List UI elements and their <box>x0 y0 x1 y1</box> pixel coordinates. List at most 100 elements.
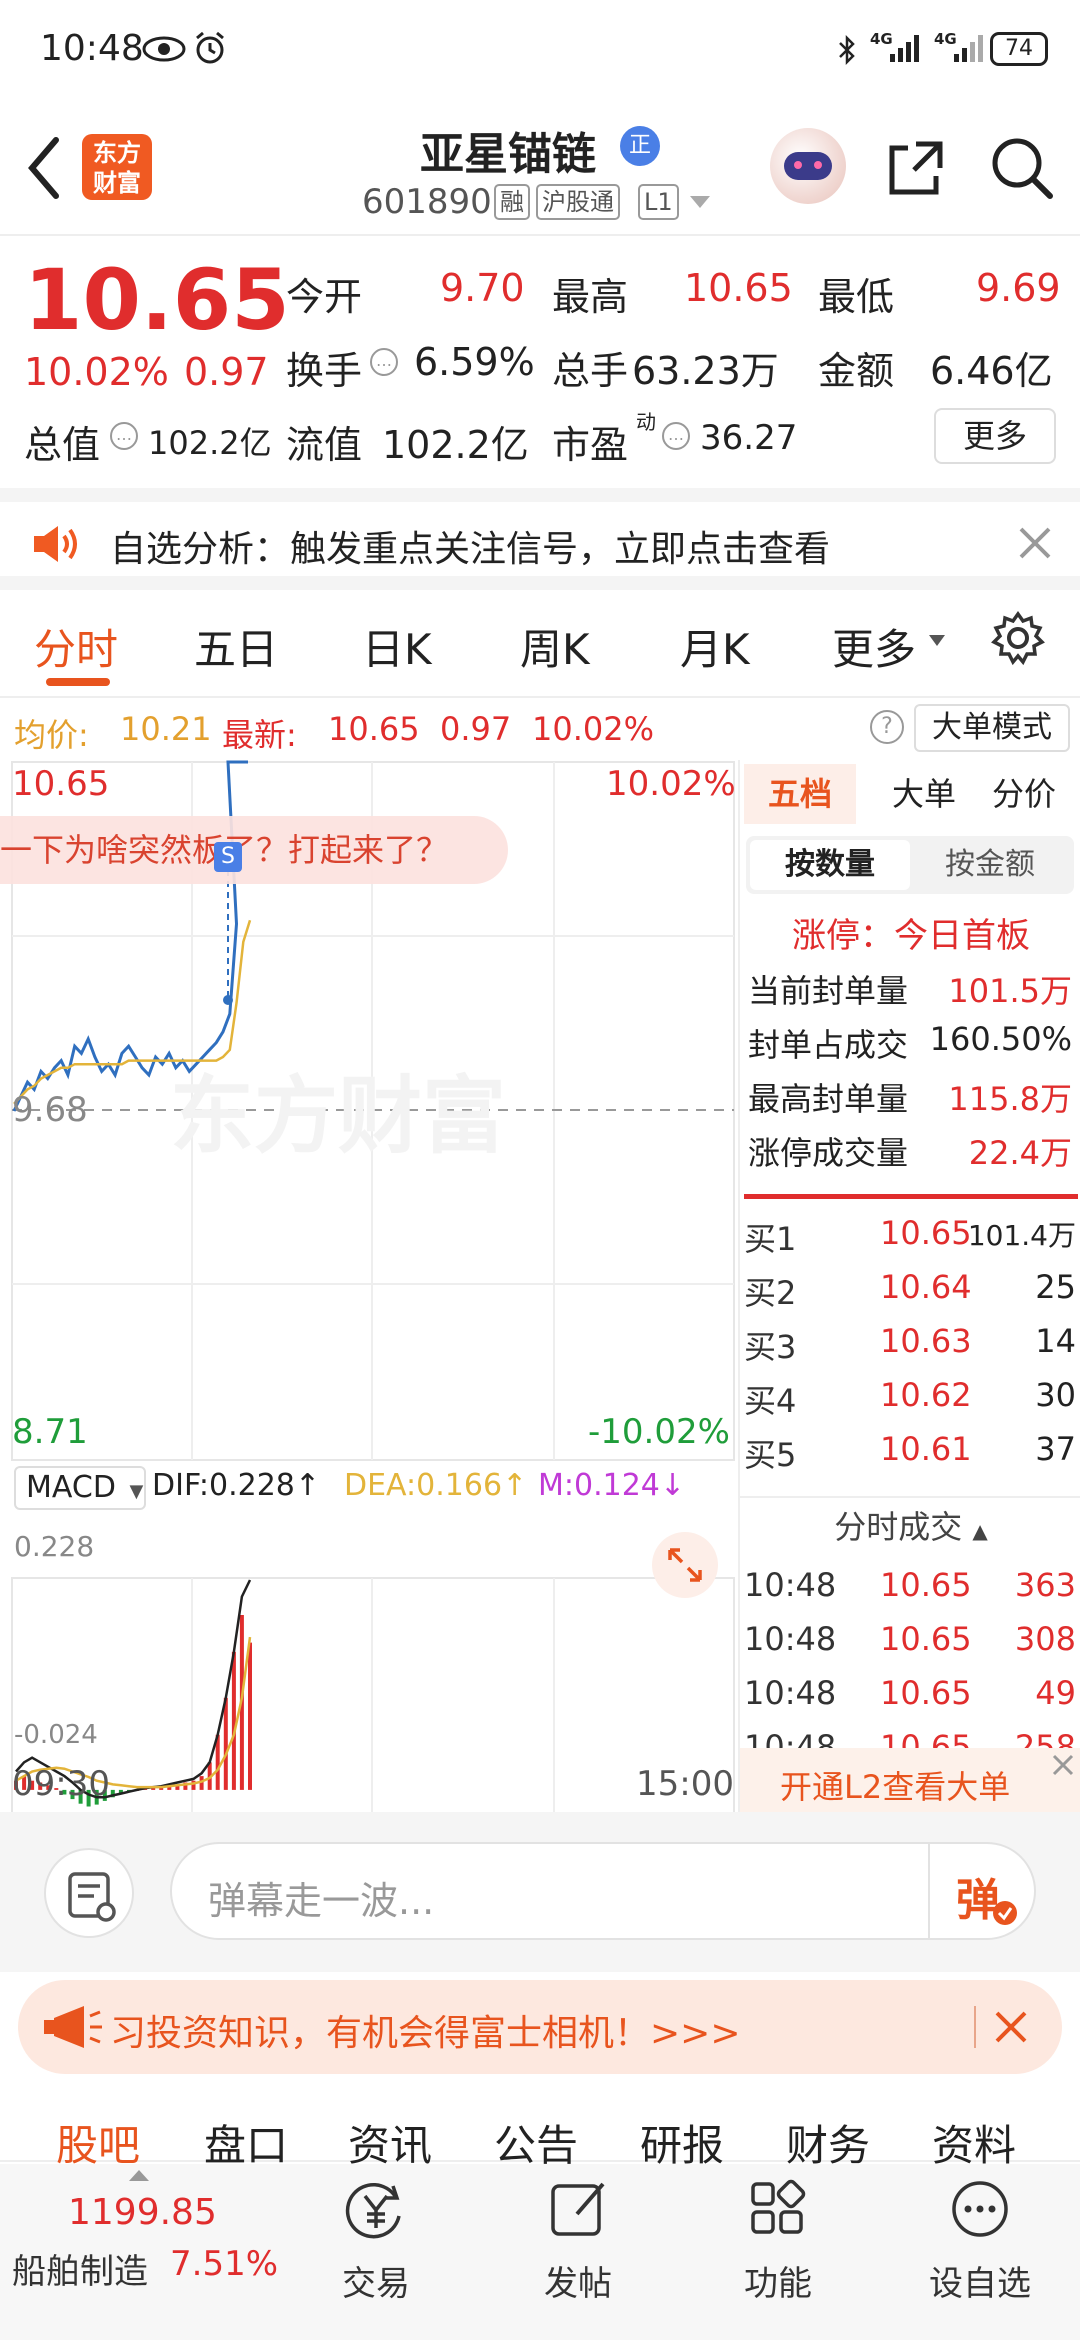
trade-quantity: 363 <box>1014 1566 1076 1604</box>
bid-label[interactable]: 买5 <box>744 1430 796 1476</box>
tab-five-levels[interactable]: 五档 <box>744 764 856 824</box>
analysis-banner[interactable]: 自选分析：触发重点关注信号，立即点击查看 <box>0 488 1080 590</box>
back-chevron-icon[interactable] <box>24 136 64 200</box>
barrage-input[interactable]: 弹幕走一波... 弹 <box>170 1842 1036 1940</box>
macd-histogram-bar <box>231 1651 236 1790</box>
sector-pct: 7.51% <box>170 2244 279 2284</box>
amount-value: 6.46亿 <box>930 349 1053 393</box>
robot-assistant-icon[interactable] <box>770 128 846 204</box>
close-icon[interactable] <box>1018 526 1052 560</box>
period-tabs: 分时 五日 日K 周K 月K 更多 <box>0 590 1080 698</box>
tab-monthly-k[interactable]: 月K <box>680 616 750 677</box>
bid-quantity[interactable]: 25 <box>1035 1268 1076 1306</box>
open-label: 今开 <box>286 275 363 319</box>
bid-price[interactable]: 10.63 <box>880 1322 972 1360</box>
banner-text: 自选分析：触发重点关注信号，立即点击查看 <box>110 529 831 570</box>
tab-daily-k[interactable]: 日K <box>362 616 432 677</box>
app-logo: 东方 财富 <box>82 134 152 200</box>
pe-label: 市盈 <box>552 423 629 467</box>
tab-five-day[interactable]: 五日 <box>194 616 278 677</box>
sector-index-value[interactable]: 1199.85 <box>68 2192 217 2233</box>
nav-trade[interactable]: 交易 <box>330 2174 422 2324</box>
bid-price[interactable]: 10.64 <box>880 1268 972 1306</box>
tag-margin: 融 <box>494 184 530 220</box>
bid-price[interactable]: 10.61 <box>880 1430 972 1468</box>
badge-icon: 正 <box>620 126 660 166</box>
stat-label: 封单占成交 <box>748 1026 909 1064</box>
bid-label[interactable]: 买3 <box>744 1322 796 1368</box>
watermark: 东方财富 <box>170 1067 506 1165</box>
expand-icon[interactable] <box>652 1532 718 1598</box>
promo-strip[interactable]: 习投资知识，有机会得富士相机！>>> <box>0 1972 1080 2092</box>
tab-intraday[interactable]: 分时 <box>34 616 118 677</box>
tab-active-indicator <box>46 678 110 686</box>
macd-selector[interactable]: MACD ▼ <box>14 1466 146 1510</box>
sub-tab-by-amount[interactable]: 按金额 <box>910 840 1070 890</box>
nav-trade-label: 交易 <box>342 2264 410 2304</box>
info-icon[interactable]: … <box>370 348 398 376</box>
sell-marker[interactable]: S <box>214 842 242 872</box>
speaker-icon <box>34 526 77 562</box>
bid-quantity[interactable]: 14 <box>1035 1322 1076 1360</box>
close-icon[interactable] <box>1050 1752 1076 1778</box>
stat-value: 115.8万 <box>948 1080 1072 1118</box>
search-icon[interactable] <box>990 136 1054 200</box>
tab-weekly-k[interactable]: 周K <box>520 616 590 677</box>
settings-gear-icon[interactable] <box>990 610 1046 666</box>
sector-name[interactable]: 船舶制造 <box>12 2244 148 2293</box>
big-order-mode-button[interactable]: 大单模式 <box>914 704 1070 752</box>
bid-quantity[interactable]: 37 <box>1035 1430 1076 1468</box>
macd-dea-value: DEA:0.166 <box>344 1468 503 1503</box>
dropdown-icon[interactable] <box>688 194 712 210</box>
logo-line-1: 东方 <box>93 139 141 167</box>
bid-price[interactable]: 10.65 <box>880 1214 972 1252</box>
avg-value: 10.21 <box>120 710 212 748</box>
last-label: 最新: <box>222 716 297 754</box>
more-dots-icon <box>952 2181 1008 2237</box>
info-icon[interactable]: … <box>662 422 690 450</box>
price-chart-svg[interactable]: 东方财富 <box>0 760 736 1814</box>
macd-bottom-value: -0.024 <box>14 1720 98 1750</box>
help-icon[interactable]: ? <box>870 710 904 744</box>
sub-tab-by-quantity[interactable]: 按数量 <box>750 840 910 890</box>
tab-price-dist[interactable]: 分价 <box>974 764 1074 824</box>
trades-title[interactable]: 分时成交 ▲ <box>740 1500 1080 1554</box>
divider <box>744 1194 1078 1199</box>
bid-quantity[interactable]: 101.4万 <box>968 1214 1076 1254</box>
nav-post[interactable]: 发帖 <box>532 2174 624 2324</box>
bid-price[interactable]: 10.62 <box>880 1376 972 1414</box>
pe-superscript: 动 <box>636 410 656 434</box>
triangle-up-icon: ▲ <box>972 1519 988 1543</box>
stat-label: 最高封单量 <box>748 1080 909 1118</box>
bid-label[interactable]: 买2 <box>744 1268 796 1314</box>
tab-big-orders[interactable]: 大单 <box>874 764 974 824</box>
share-icon[interactable] <box>886 138 946 198</box>
float-cap-label: 流值 <box>286 423 363 467</box>
bid-label[interactable]: 买1 <box>744 1214 796 1260</box>
info-icon[interactable]: … <box>110 422 138 450</box>
tab-more[interactable]: 更多 <box>832 616 916 677</box>
nav-functions[interactable]: 功能 <box>732 2174 824 2324</box>
battery-icon: 74 <box>990 32 1048 66</box>
close-icon[interactable] <box>994 2010 1028 2044</box>
barrage-settings-icon[interactable] <box>44 1848 134 1938</box>
barrage-bubble[interactable]: 一下为啥突然板了？打起来了？ <box>0 816 508 884</box>
promo-pill: 习投资知识，有机会得富士相机！>>> <box>18 1980 1062 2074</box>
bid-label[interactable]: 买4 <box>744 1376 796 1422</box>
barrage-bar: 弹幕走一波... 弹 <box>0 1812 1080 1972</box>
l2-promo[interactable]: 开通L2查看大单 <box>740 1748 1080 1812</box>
more-button[interactable]: 更多 <box>934 408 1056 464</box>
chart-top-pct: 10.02% <box>606 764 736 804</box>
arrow-down-icon: ↓ <box>659 1468 686 1503</box>
tab-more-dropdown-icon[interactable] <box>928 634 946 648</box>
compose-icon <box>551 2182 605 2236</box>
nav-add-watchlist[interactable]: 设自选 <box>920 2174 1040 2324</box>
status-bar: 10:48 4G 4G 74 <box>0 0 1080 100</box>
pe-value: 36.27 <box>700 418 798 458</box>
grid-apps-icon <box>751 2179 806 2234</box>
low-value: 9.69 <box>976 266 1061 310</box>
trade-yen-icon <box>345 2182 401 2239</box>
bluetooth-icon <box>839 34 855 66</box>
bid-quantity[interactable]: 30 <box>1035 1376 1076 1414</box>
chart-bottom-price: 8.71 <box>12 1412 88 1452</box>
